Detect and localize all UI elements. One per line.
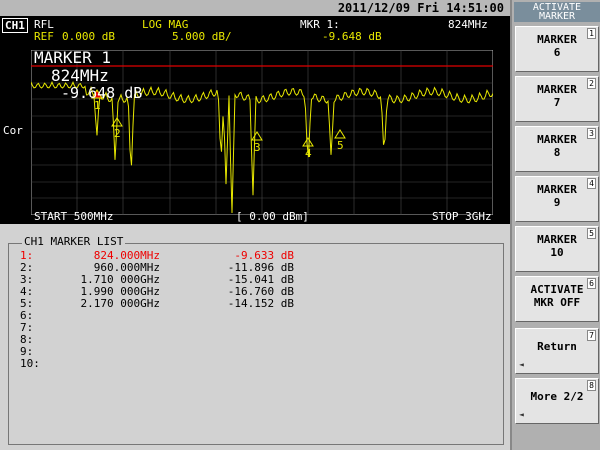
ref-label: REF (34, 30, 54, 43)
softkey-label: ACTIVATE MKR OFF (530, 283, 584, 309)
marker-frequency: 824MHz (448, 18, 488, 31)
trace-display[interactable]: CH1 RFL LOG MAG MKR 1: 824MHz REF 0.000 … (0, 16, 510, 224)
softkey-label: MARKER 7 (537, 83, 577, 109)
softkey-8[interactable]: More 2/2 8 ◄ (515, 378, 599, 424)
softkey-3[interactable]: MARKER 8 3 (515, 126, 599, 172)
marker-readout-value: -9.648 dB (61, 84, 142, 102)
left-arrow-icon: ◄ (519, 410, 524, 419)
softkey-number: 7 (587, 330, 596, 341)
marker-list-title: CH1 MARKER LIST (22, 235, 126, 248)
marker-number-label: 2 (114, 127, 121, 140)
marker-frequency-cell: 2.170 000GHz (80, 297, 160, 310)
softkey-number: 3 (587, 128, 596, 139)
date-time: 2011/12/09 Fri 14:51:00 (337, 1, 504, 15)
marker-value: -9.648 dB (322, 30, 382, 43)
marker-number-label: 5 (337, 139, 344, 152)
softkey-2[interactable]: MARKER 7 2 (515, 76, 599, 122)
softkey-1[interactable]: MARKER 6 1 (515, 26, 599, 72)
marker-list-panel: CH1 MARKER LIST 1: 824.000MHz -9.633 dB 2: 9… (0, 224, 510, 450)
marker-readout-frequency: 824MHz (51, 66, 109, 85)
softkey-number: 1 (587, 28, 596, 39)
ref-value: 0.000 dB (62, 30, 115, 43)
marker-number-label: 3 (254, 141, 261, 154)
softkey-panel: ACTIVATE MARKER MARKER 6 1 MARKER 7 2 MARKER… (510, 0, 600, 450)
softkey-label: MARKER 9 (537, 183, 577, 209)
softkey-4[interactable]: MARKER 9 4 (515, 176, 599, 222)
marker-triangle (251, 131, 263, 141)
correction-indicator: Cor (3, 124, 23, 137)
softkey-7[interactable]: Return 7 ◄ (515, 328, 599, 374)
trace-plot[interactable]: 123 45 MARKER 1 824MHz -9.648 dB (31, 50, 493, 215)
softkey-label: MARKER 6 (537, 33, 577, 59)
softkey-number: 8 (587, 380, 596, 391)
marker-readout-title: MARKER 1 (34, 50, 111, 67)
status-bar: 2011/12/09 Fri 14:51:00 (0, 0, 510, 16)
softkey-label: MARKER 10 (537, 233, 577, 259)
softkey-menu-title: ACTIVATE MARKER (514, 2, 600, 22)
softkey-menu-title-text: ACTIVATE MARKER (532, 2, 582, 22)
softkey-label: More 2/2 (530, 390, 584, 403)
marker-index: 10: (20, 357, 40, 370)
stop-frequency: STOP 3GHz (432, 210, 492, 223)
marker-triangle (334, 129, 346, 139)
marker-level-cell: -14.152 dB (227, 297, 294, 310)
softkey-label: MARKER 8 (537, 133, 577, 159)
softkey-number: 4 (587, 178, 596, 189)
scale-value: 5.000 dB/ (172, 30, 232, 43)
softkey-number: 6 (587, 278, 596, 289)
softkey-number: 2 (587, 78, 596, 89)
softkey-label: Return (537, 340, 577, 353)
softkey-6[interactable]: ACTIVATE MKR OFF 6 (515, 276, 599, 322)
marker-number-label: 4 (305, 147, 312, 160)
softkey-number: 5 (587, 228, 596, 239)
start-frequency: START 500MHz (34, 210, 114, 223)
channel-indicator[interactable]: CH1 (2, 18, 28, 33)
softkey-5[interactable]: MARKER 10 5 (515, 226, 599, 272)
left-arrow-icon: ◄ (519, 360, 524, 369)
source-power: [ 0.00 dBm] (236, 210, 309, 223)
